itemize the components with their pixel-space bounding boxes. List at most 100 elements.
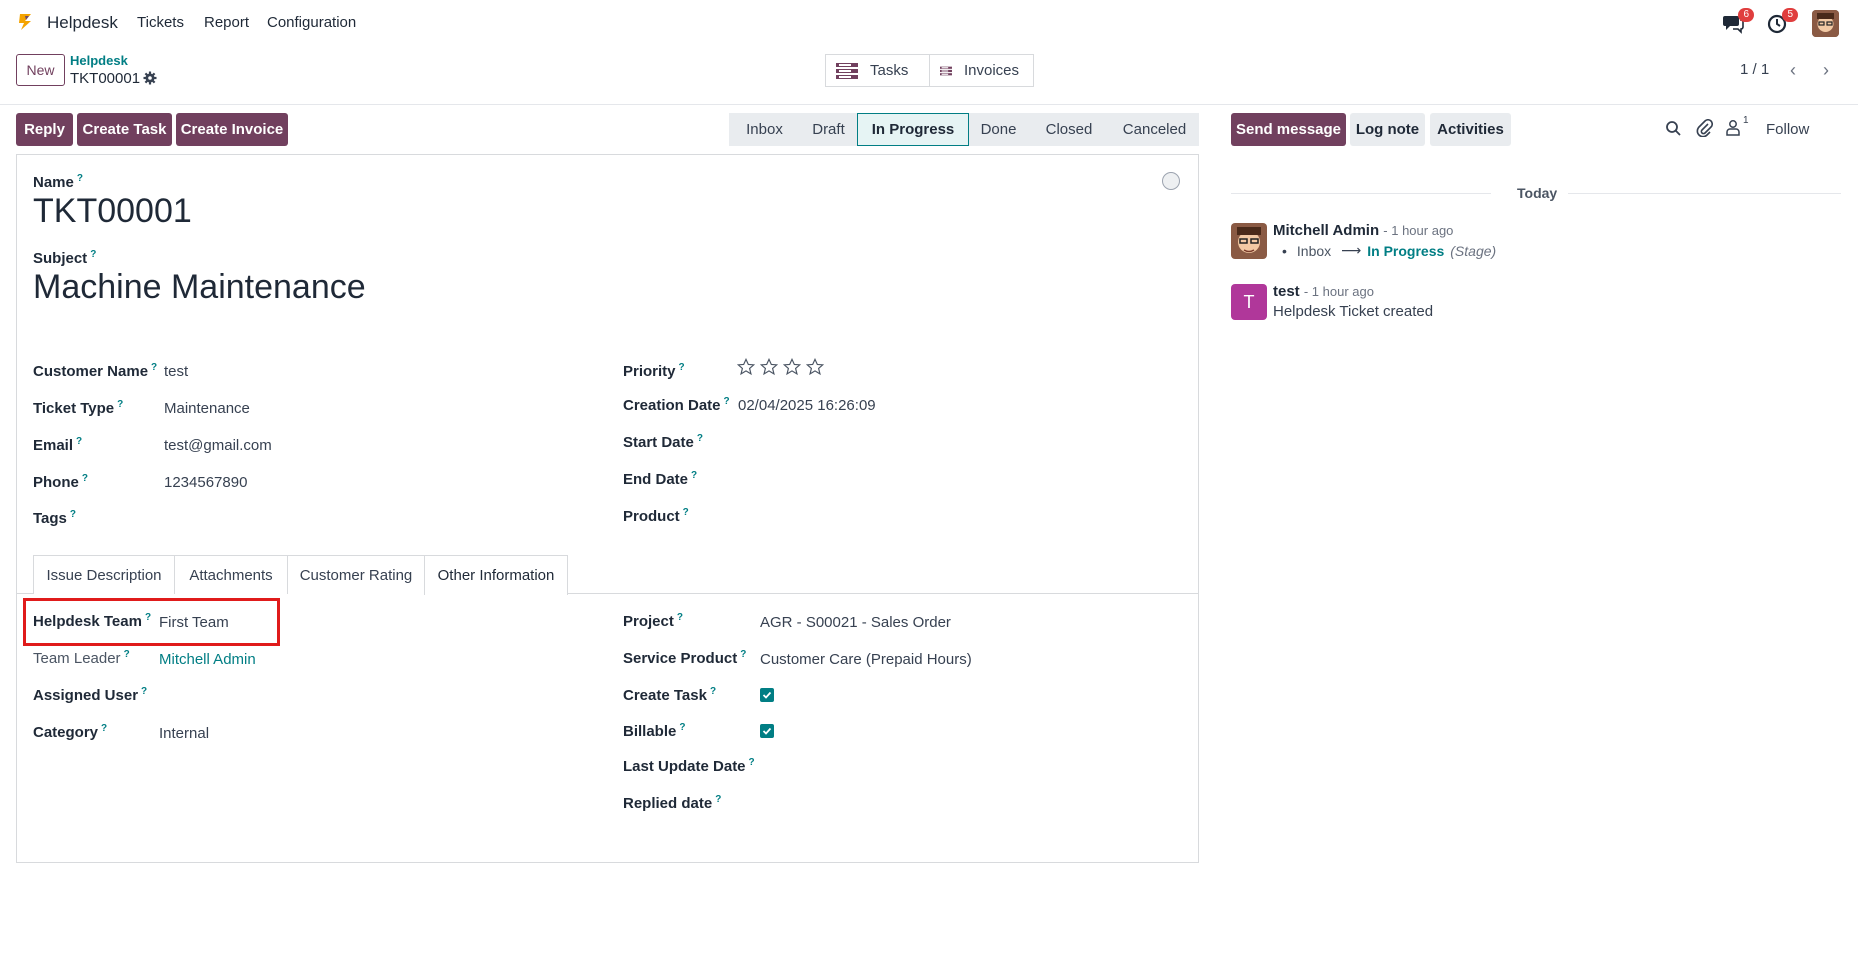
check-icon <box>762 727 772 735</box>
stage-draft[interactable]: Draft <box>800 113 857 146</box>
message-body: Helpdesk Ticket created <box>1273 303 1434 320</box>
invoices-smart-button[interactable]: Invoices <box>929 54 1034 87</box>
customer-name-value[interactable]: test <box>164 363 188 380</box>
user-icon <box>1726 120 1740 136</box>
header-divider <box>0 104 1858 105</box>
tasks-smart-button[interactable]: Tasks <box>825 54 930 87</box>
chat-badge: 6 <box>1738 8 1754 22</box>
check-icon <box>762 691 772 699</box>
billable-label: Billable? <box>623 722 686 740</box>
message-time: - 1 hour ago <box>1383 223 1454 238</box>
service-product-value[interactable]: Customer Care (Prepaid Hours) <box>760 651 972 668</box>
kanban-state-icon[interactable] <box>1162 172 1180 190</box>
message-header: test - 1 hour ago <box>1273 283 1374 300</box>
star-icon[interactable] <box>783 358 801 376</box>
stage-inbox[interactable]: Inbox <box>729 113 800 146</box>
category-value[interactable]: Internal <box>159 725 209 742</box>
stage-closed[interactable]: Closed <box>1028 113 1110 146</box>
new-button[interactable]: New <box>16 54 65 86</box>
product-label: Product? <box>623 507 689 525</box>
invoices-icon <box>940 66 952 75</box>
pager-previous-icon[interactable]: ‹ <box>1778 55 1808 85</box>
message-author[interactable]: Mitchell Admin <box>1273 222 1379 239</box>
create-task-checkbox[interactable] <box>760 688 774 702</box>
activity-badge: 5 <box>1782 8 1798 22</box>
priority-label: Priority? <box>623 362 685 380</box>
app-name[interactable]: Helpdesk <box>47 13 118 33</box>
assigned-user-label: Assigned User? <box>33 686 148 704</box>
follow-button[interactable]: Follow <box>1766 121 1809 138</box>
avatar[interactable] <box>1231 223 1267 259</box>
star-icon[interactable] <box>737 358 755 376</box>
tasks-icon <box>836 62 858 79</box>
breadcrumb-parent[interactable]: Helpdesk <box>70 53 128 68</box>
message-author[interactable]: test <box>1273 283 1300 300</box>
search-icon[interactable] <box>1665 120 1682 141</box>
create-invoice-button[interactable]: Create Invoice <box>176 113 288 146</box>
create-task-button[interactable]: Create Task <box>77 113 172 146</box>
last-update-date-label: Last Update Date? <box>623 757 755 775</box>
log-note-button[interactable]: Log note <box>1350 113 1425 146</box>
creation-date-value[interactable]: 02/04/2025 16:26:09 <box>738 397 876 414</box>
date-separator: Today <box>1517 185 1558 201</box>
pager-next-icon[interactable]: › <box>1811 55 1841 85</box>
date-divider-left <box>1231 193 1491 194</box>
menu-report[interactable]: Report <box>204 14 249 31</box>
reply-button[interactable]: Reply <box>16 113 73 146</box>
email-label: Email? <box>33 436 83 454</box>
message-time: - 1 hour ago <box>1303 284 1374 299</box>
tasks-label: Tasks <box>870 62 909 79</box>
project-value[interactable]: AGR - S00021 - Sales Order <box>760 614 951 631</box>
phone-value[interactable]: 1234567890 <box>164 474 247 491</box>
activity-clock-icon[interactable]: 5 <box>1766 8 1798 36</box>
end-date-label: End Date? <box>623 470 698 488</box>
followers-count: 1 <box>1743 115 1749 126</box>
ticket-subject[interactable]: Machine Maintenance <box>33 268 366 307</box>
customer-name-label: Customer Name? <box>33 362 158 380</box>
activities-button[interactable]: Activities <box>1430 113 1511 146</box>
stage-in-progress[interactable]: In Progress <box>857 113 969 146</box>
pager-value[interactable]: 1 / 1 <box>1740 61 1769 78</box>
ticket-name[interactable]: TKT00001 <box>33 192 192 231</box>
star-icon[interactable] <box>806 358 824 376</box>
arrow-right-icon: ⟶ <box>1341 242 1362 258</box>
tab-issue-description[interactable]: Issue Description <box>33 555 175 594</box>
team-leader-value[interactable]: Mitchell Admin <box>159 651 256 668</box>
user-avatar[interactable] <box>1812 10 1839 37</box>
subject-label: Subject? <box>33 249 97 267</box>
followers-button[interactable]: 1 <box>1725 115 1749 136</box>
billable-checkbox[interactable] <box>760 724 774 738</box>
tags-field[interactable] <box>164 503 564 533</box>
tab-attachments[interactable]: Attachments <box>174 555 288 594</box>
helpdesk-team-label: Helpdesk Team? <box>33 612 152 630</box>
send-message-button[interactable]: Send message <box>1231 113 1346 146</box>
tags-label: Tags? <box>33 509 77 527</box>
tab-other-information[interactable]: Other Information <box>424 555 568 595</box>
ticket-type-value[interactable]: Maintenance <box>164 400 250 417</box>
tracking-field: (Stage) <box>1450 242 1497 259</box>
tab-customer-rating[interactable]: Customer Rating <box>287 555 425 594</box>
priority-stars[interactable] <box>737 358 824 376</box>
app-logo-icon[interactable] <box>17 12 35 32</box>
creation-date-label: Creation Date? <box>623 396 730 414</box>
star-icon[interactable] <box>760 358 778 376</box>
stage-done[interactable]: Done <box>969 113 1028 146</box>
invoices-label: Invoices <box>963 62 1019 79</box>
paperclip-icon[interactable] <box>1696 118 1714 141</box>
messaging-icon[interactable]: 6 <box>1722 8 1754 36</box>
menu-configuration[interactable]: Configuration <box>267 14 356 31</box>
tracking-line: • Inbox ⟶ In Progress (Stage) <box>1282 242 1496 259</box>
email-value[interactable]: test@gmail.com <box>164 437 272 454</box>
project-label: Project? <box>623 612 683 630</box>
create-task-label: Create Task? <box>623 686 717 704</box>
replied-date-label: Replied date? <box>623 794 722 812</box>
avatar[interactable]: T <box>1231 284 1267 320</box>
menu-tickets[interactable]: Tickets <box>137 14 184 31</box>
phone-label: Phone? <box>33 473 88 491</box>
helpdesk-team-value[interactable]: First Team <box>159 614 229 631</box>
tracking-new-value: In Progress <box>1367 242 1445 259</box>
stage-canceled[interactable]: Canceled <box>1110 113 1199 146</box>
gear-icon[interactable] <box>143 71 157 85</box>
ticket-type-label: Ticket Type? <box>33 399 124 417</box>
bullet: • <box>1282 242 1287 259</box>
